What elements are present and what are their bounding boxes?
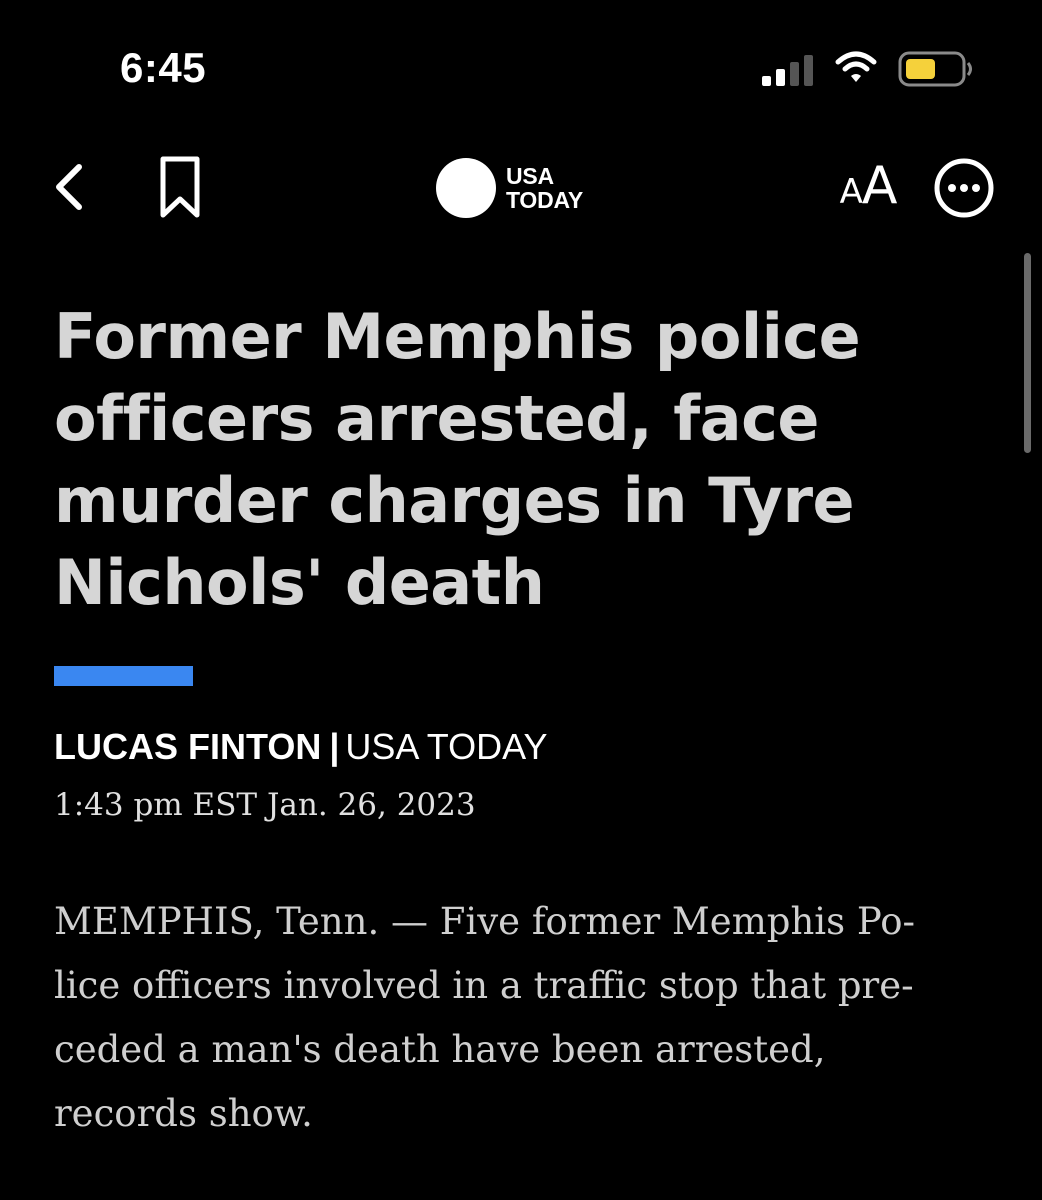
article-headline: Former Memphis police officers arrested,… <box>54 300 861 619</box>
body-line: MEMPHIS, Tenn. — Five former Memphis Po- <box>54 900 916 943</box>
article-body: MEMPHIS, Tenn. — Five former Memphis Po-… <box>54 890 974 1146</box>
font-size-large-a: A <box>861 156 898 216</box>
bookmark-icon <box>160 156 200 218</box>
brand-circle <box>436 158 496 218</box>
status-time: 6:45 <box>120 44 207 91</box>
bookmark-button[interactable] <box>152 154 208 220</box>
chevron-left-icon <box>56 164 82 210</box>
byline-separator: | <box>329 726 340 767</box>
publish-timestamp: 1:43 pm EST Jan. 26, 2023 <box>54 787 476 823</box>
wifi-icon <box>835 51 877 82</box>
font-size-icon: AA <box>839 156 898 216</box>
body-line: ceded a man's death have been arrested, <box>54 1028 826 1071</box>
body-line: lice officers involved in a traffic stop… <box>54 964 914 1007</box>
author-name[interactable]: LUCAS FINTON <box>54 726 321 767</box>
usa-today-logo: USA TODAY <box>436 156 583 220</box>
font-size-button[interactable]: AA <box>828 156 908 216</box>
font-size-small-a: A <box>839 172 863 212</box>
more-options-button[interactable] <box>932 156 996 220</box>
byline: LUCAS FINTON | USA TODAY <box>54 726 547 768</box>
scrollbar[interactable] <box>1024 253 1031 453</box>
outlet-name: USA TODAY <box>345 726 548 767</box>
body-line: records show. <box>54 1092 313 1135</box>
article-toolbar: USA TODAY AA <box>0 140 1042 240</box>
status-bar: 6:45 <box>0 0 1042 130</box>
ellipsis-circle-icon <box>934 158 994 218</box>
brand-line-1: USA <box>506 163 554 189</box>
brand-line-2: TODAY <box>506 187 583 213</box>
battery-low-power-icon <box>898 51 972 87</box>
accent-bar <box>54 666 193 686</box>
cellular-signal-icon <box>762 55 813 86</box>
brand-wordmark: USA TODAY <box>506 164 583 212</box>
back-button[interactable] <box>44 160 94 214</box>
